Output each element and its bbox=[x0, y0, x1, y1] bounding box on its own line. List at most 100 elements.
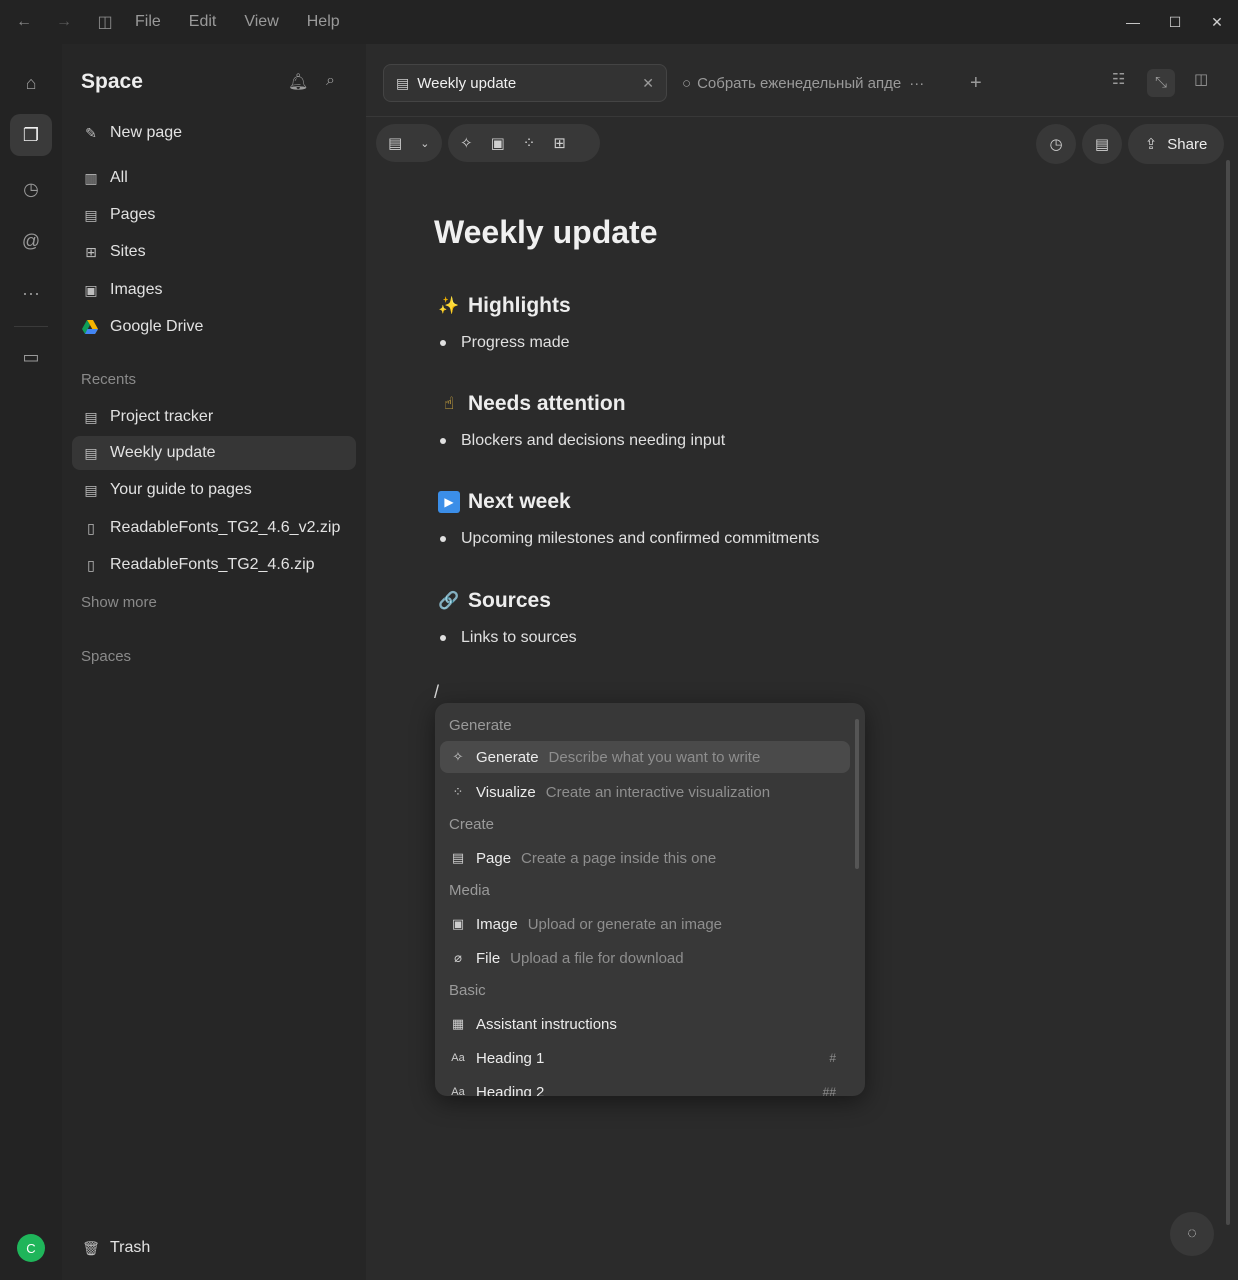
outline-icon[interactable]: ☷ bbox=[1112, 70, 1125, 88]
menu-item-file[interactable]: ⌀ File Upload a file for download bbox=[440, 942, 850, 974]
link-icon: 🔗 bbox=[438, 591, 460, 610]
recent-item[interactable]: ▤ Your guide to pages bbox=[72, 473, 356, 507]
tab-chat[interactable]: ○ Собрать еженедельный апде ··· bbox=[682, 64, 942, 102]
folder-icon[interactable]: ▭ bbox=[10, 336, 52, 378]
sidebar-title: Space bbox=[81, 70, 143, 93]
sidebar-item-new-page[interactable]: ✎ New page bbox=[72, 116, 356, 150]
text-size-icon: Aa bbox=[451, 1052, 465, 1064]
new-tab-icon[interactable]: + bbox=[970, 72, 982, 95]
close-icon[interactable]: ✕ bbox=[1196, 0, 1238, 44]
forward-arrow-icon[interactable]: → bbox=[54, 13, 74, 31]
pages-icon[interactable]: ❐ bbox=[10, 114, 52, 156]
slash-command-menu: Generate ✧ Generate Describe what you wa… bbox=[435, 703, 865, 1096]
chevron-down-icon: ⌄ bbox=[420, 137, 430, 150]
sidebar-item-trash[interactable]: 🗑︎ Trash bbox=[72, 1231, 356, 1265]
bullet-item[interactable]: Links to sources bbox=[440, 629, 577, 647]
share-button[interactable]: ⇪ Share bbox=[1128, 124, 1224, 164]
sidebar-item-label: Pages bbox=[110, 206, 156, 223]
menu-item-assistant-instructions[interactable]: ▦ Assistant instructions bbox=[440, 1008, 850, 1040]
menu-view[interactable]: View bbox=[244, 13, 278, 31]
bullet-item[interactable]: Progress made bbox=[440, 334, 570, 352]
history-icon[interactable]: ◷ bbox=[10, 168, 52, 210]
heading-text: Highlights bbox=[468, 294, 571, 317]
slash-command-input[interactable]: / bbox=[434, 682, 439, 703]
sidebar-item-pages[interactable]: ▤ Pages bbox=[72, 198, 356, 232]
menu-item-label: Heading 1 bbox=[476, 1049, 545, 1067]
page-type-dropdown[interactable]: ▤ ⌄ bbox=[376, 124, 442, 162]
paperclip-icon: ⌀ bbox=[454, 950, 462, 965]
bullet-item[interactable]: Blockers and decisions needing input bbox=[440, 432, 725, 450]
generate-icon[interactable]: ✧ bbox=[460, 134, 473, 152]
sidebar-item-google-drive[interactable]: Google Drive bbox=[72, 310, 356, 344]
mentions-icon[interactable]: @ bbox=[10, 220, 52, 262]
recent-item[interactable]: ▤ Project tracker bbox=[72, 400, 356, 434]
home-icon[interactable]: ⌂ bbox=[10, 62, 52, 104]
popup-scrollbar[interactable] bbox=[855, 719, 859, 869]
heading-text: Needs attention bbox=[468, 392, 626, 415]
show-more-link[interactable]: Show more bbox=[81, 594, 157, 611]
heading-highlights[interactable]: ✨ Highlights bbox=[438, 294, 571, 318]
heading-text: Next week bbox=[468, 490, 571, 513]
more-icon[interactable]: ··· bbox=[10, 272, 52, 314]
tab-label: Собрать еженедельный апде bbox=[697, 74, 902, 92]
section-create: Create bbox=[449, 816, 495, 833]
menu-item-heading-1[interactable]: Aa Heading 1 # bbox=[440, 1042, 850, 1074]
heading-text: Sources bbox=[468, 589, 551, 612]
sidebar-item-sites[interactable]: ⊞ Sites bbox=[72, 235, 356, 269]
all-icon: ▥ bbox=[84, 169, 98, 186]
menu-help[interactable]: Help bbox=[307, 13, 340, 31]
menu-item-desc: Create an interactive visualization bbox=[545, 783, 771, 801]
close-tab-icon[interactable]: ✕ bbox=[642, 75, 654, 92]
heading-needs-attention[interactable]: ☝ Needs attention bbox=[438, 392, 626, 416]
add-block-icon[interactable]: ⊞ bbox=[553, 134, 566, 152]
image-icon[interactable]: ▣ bbox=[491, 134, 505, 152]
menu-item-visualize[interactable]: ⁘ Visualize Create an interactive visual… bbox=[440, 776, 850, 808]
split-view-icon[interactable]: ◫ bbox=[1194, 70, 1208, 88]
menu-item-heading-2[interactable]: Aa Heading 2 ## bbox=[440, 1076, 850, 1097]
menu-item-label: Page bbox=[476, 849, 512, 867]
recent-item-active[interactable]: ▤ Weekly update bbox=[72, 436, 356, 470]
minimize-icon[interactable]: — bbox=[1112, 0, 1154, 44]
page-scrollbar[interactable] bbox=[1226, 160, 1230, 1225]
bullet-text: Links to sources bbox=[461, 629, 577, 646]
menu-item-desc: Upload or generate an image bbox=[527, 915, 722, 933]
maximize-icon[interactable]: ☐ bbox=[1154, 0, 1196, 44]
text-size-icon: Aa bbox=[451, 1086, 465, 1096]
new-page-icon: ✎ bbox=[85, 124, 97, 141]
recent-item-label: ReadableFonts_TG2_4.6_v2.zip bbox=[110, 519, 341, 536]
comment-icon[interactable]: ▤ bbox=[1082, 124, 1122, 164]
bell-icon[interactable]: 🔔︎ bbox=[288, 72, 308, 92]
menu-edit[interactable]: Edit bbox=[189, 13, 217, 31]
menu-item-image[interactable]: ▣ Image Upload or generate an image bbox=[440, 908, 850, 940]
history-icon[interactable]: ◷ bbox=[1036, 124, 1076, 164]
sidebar-toggle-icon[interactable]: ◫ bbox=[95, 12, 115, 32]
back-arrow-icon[interactable]: ← bbox=[14, 13, 34, 31]
sidebar-item-images[interactable]: ▣ Images bbox=[72, 273, 356, 307]
page-icon: ▤ bbox=[84, 408, 98, 425]
recent-item-label: Weekly update bbox=[110, 444, 216, 461]
search-icon[interactable]: ⌕ bbox=[326, 72, 335, 90]
visualize-icon: ⁘ bbox=[452, 784, 464, 799]
page-title[interactable]: Weekly update bbox=[434, 214, 657, 251]
menu-item-page[interactable]: ▤ Page Create a page inside this one bbox=[440, 842, 850, 874]
sidebar-item-label: Images bbox=[110, 281, 163, 298]
recent-item[interactable]: ▯ ReadableFonts_TG2_4.6_v2.zip bbox=[72, 511, 356, 545]
visualize-icon[interactable]: ⁘ bbox=[523, 134, 536, 152]
menu-item-generate[interactable]: ✧ Generate Describe what you want to wri… bbox=[440, 741, 850, 773]
tab-more-icon[interactable]: ··· bbox=[909, 75, 924, 92]
heading-sources[interactable]: 🔗 Sources bbox=[438, 589, 551, 613]
menu-file[interactable]: File bbox=[135, 13, 161, 31]
heading-next-week[interactable]: ▶ Next week bbox=[438, 490, 571, 514]
collapse-icon[interactable]: ⤡ bbox=[1147, 69, 1175, 97]
sidebar-item-label: New page bbox=[110, 124, 183, 141]
bullet-item[interactable]: Upcoming milestones and confirmed commit… bbox=[440, 530, 819, 548]
section-generate: Generate bbox=[449, 717, 512, 734]
recent-item-label: Your guide to pages bbox=[110, 481, 252, 498]
instructions-icon: ▦ bbox=[451, 1016, 465, 1031]
sidebar-item-all[interactable]: ▥ All bbox=[72, 161, 356, 195]
avatar[interactable]: C bbox=[17, 1234, 45, 1262]
play-button-icon: ▶ bbox=[438, 491, 460, 513]
share-icon: ⇪ bbox=[1144, 136, 1158, 153]
recent-item[interactable]: ▯ ReadableFonts_TG2_4.6.zip bbox=[72, 548, 356, 582]
tab-weekly-update[interactable]: ▤ Weekly update ✕ bbox=[383, 64, 667, 102]
